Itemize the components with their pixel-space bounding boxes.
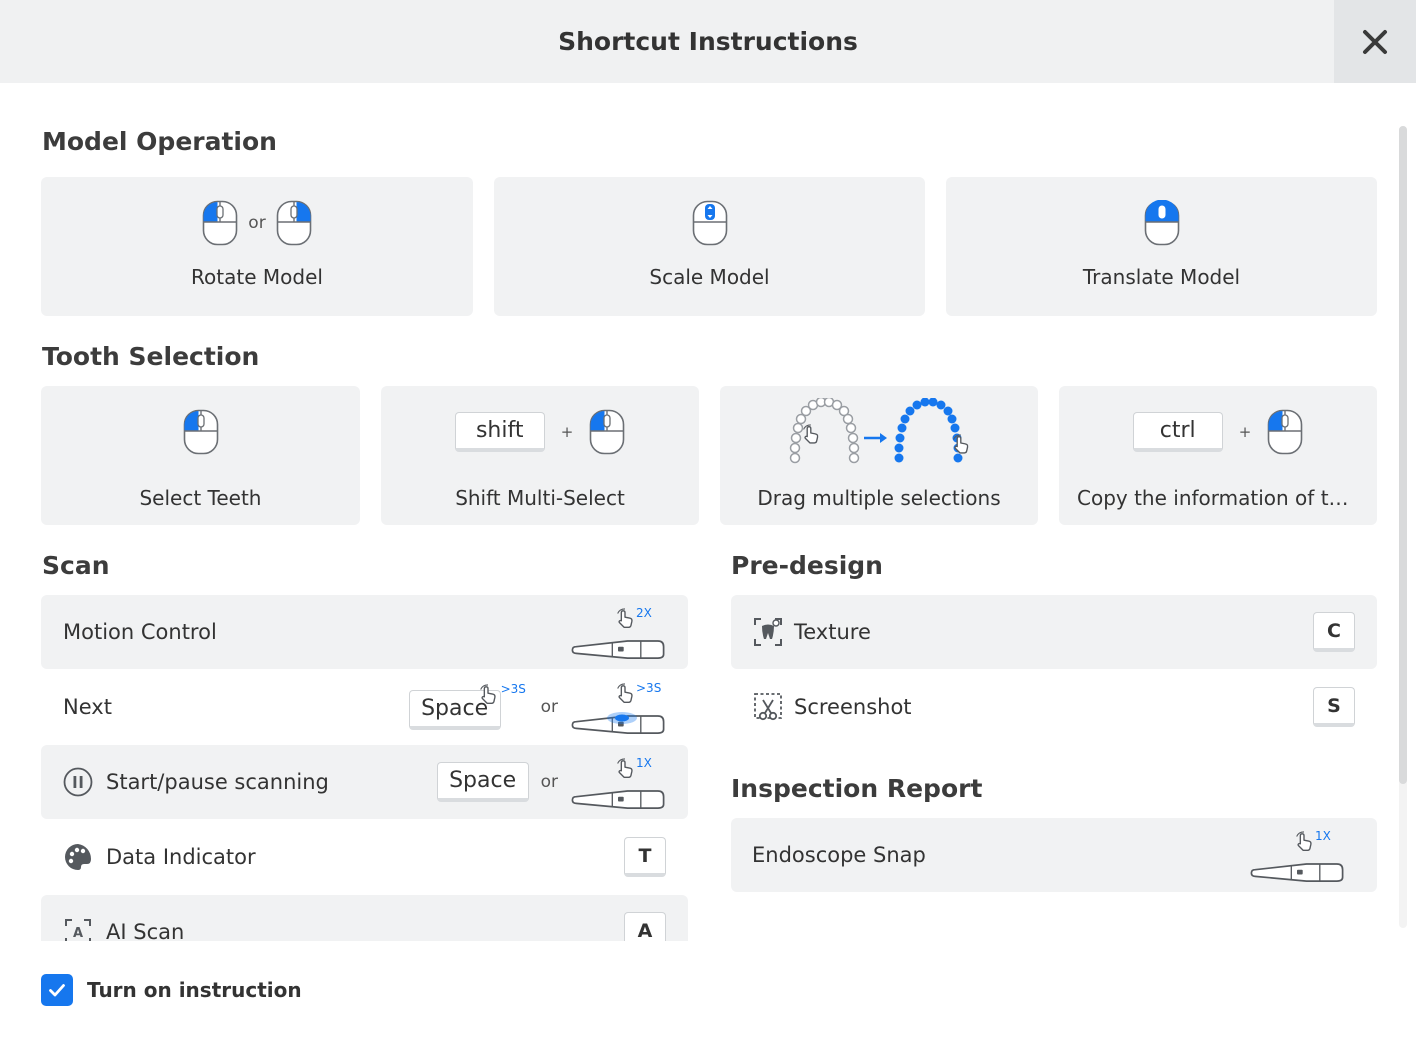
card-select-teeth: Select Teeth — [41, 386, 360, 525]
mouse-middle-icon — [1144, 200, 1180, 246]
mouse-left-icon — [183, 409, 219, 455]
tap-count-badge: 2X — [636, 606, 652, 620]
shift-key: shift — [454, 412, 545, 452]
section-title-inspection-report: Inspection Report — [731, 774, 983, 803]
scanner-tap-icon: 1X — [1249, 827, 1345, 883]
card-translate-model: Translate Model — [946, 177, 1377, 316]
row-label: Endoscope Snap — [752, 843, 926, 867]
section-title-pre-design: Pre-design — [731, 551, 883, 580]
texture-icon — [754, 618, 782, 646]
drag-teeth-icon — [789, 398, 969, 464]
row-label: Texture — [794, 620, 871, 644]
card-copy-information: ctrl + Copy the information of th... — [1059, 386, 1377, 525]
ai-scan-icon: A — [65, 919, 91, 941]
row-label: Motion Control — [63, 620, 217, 644]
card-scale-model: Scale Model — [494, 177, 925, 316]
c-key: C — [1313, 612, 1355, 652]
ctrl-key: ctrl — [1132, 412, 1223, 452]
instruction-checkbox[interactable] — [41, 974, 73, 1006]
card-drag-multiple-selections: Drag multiple selections — [720, 386, 1038, 525]
row-screenshot: Screenshot S — [731, 670, 1377, 744]
scanner-hold-icon: >3S — [570, 679, 666, 735]
close-icon — [1363, 29, 1387, 54]
section-title-scan: Scan — [42, 551, 110, 580]
card-shift-multi-select: shift + Shift Multi-Select — [381, 386, 699, 525]
screenshot-icon — [754, 693, 782, 721]
dialog-title: Shortcut Instructions — [558, 27, 858, 56]
card-label: Shift Multi-Select — [455, 486, 625, 510]
pause-circle-icon — [63, 767, 93, 797]
scanner-tap-icon: 1X — [570, 754, 666, 810]
mouse-right-icon — [276, 200, 312, 246]
card-label: Translate Model — [1082, 265, 1241, 289]
t-key: T — [624, 837, 666, 877]
svg-text:A: A — [73, 926, 83, 941]
plus-text: + — [1238, 423, 1252, 441]
mouse-scroll-icon — [692, 200, 728, 246]
row-label: Screenshot — [794, 695, 912, 719]
row-endoscope-snap: Endoscope Snap 1X — [731, 818, 1377, 892]
row-label: Start/pause scanning — [106, 770, 329, 794]
tap-count-badge: 1X — [1315, 829, 1331, 843]
palette-icon — [65, 844, 92, 870]
or-text: or — [540, 697, 558, 717]
space-key: Space — [436, 762, 529, 802]
shortcut-list[interactable]: Model Operation or Rotate Model Scale Mo… — [0, 83, 1416, 941]
scanner-tap-icon: 2X — [570, 604, 666, 660]
scrollbar-track[interactable] — [1399, 126, 1407, 928]
row-start-pause-scanning: Start/pause scanning Space or 1X — [41, 745, 688, 819]
row-motion-control: Motion Control 2X — [41, 595, 688, 669]
card-label: Scale Model — [649, 265, 770, 289]
card-label: Rotate Model — [191, 265, 323, 289]
s-key: S — [1313, 687, 1355, 727]
section-title-tooth-selection: Tooth Selection — [42, 342, 260, 371]
card-rotate-model: or Rotate Model — [41, 177, 473, 316]
mouse-left-icon — [589, 409, 625, 455]
or-text: or — [540, 772, 558, 792]
plus-text: + — [560, 423, 574, 441]
hold-hand-icon — [477, 684, 499, 706]
card-label: Select Teeth — [139, 486, 262, 510]
row-label: Next — [63, 695, 112, 719]
mouse-left-icon — [1267, 409, 1303, 455]
a-key: A — [624, 912, 666, 941]
tap-count-badge: 1X — [636, 756, 652, 770]
or-text: or — [248, 213, 266, 233]
row-next: Next Space >3S or >3S — [41, 670, 688, 744]
card-label: Copy the information of th... — [1077, 486, 1361, 510]
close-button[interactable] — [1334, 0, 1416, 83]
row-ai-scan: A AI Scan A — [41, 895, 688, 941]
row-texture: Texture C — [731, 595, 1377, 669]
row-label: AI Scan — [106, 920, 185, 941]
row-label: Data Indicator — [106, 845, 256, 869]
card-label: Drag multiple selections — [757, 486, 1001, 510]
row-data-indicator: Data Indicator T — [41, 820, 688, 894]
mouse-left-icon — [202, 200, 238, 246]
hold-duration-badge: >3S — [636, 681, 662, 695]
section-title-model-operation: Model Operation — [42, 127, 277, 156]
scrollbar-thumb[interactable] — [1399, 126, 1407, 784]
instruction-checkbox-label[interactable]: Turn on instruction — [87, 974, 302, 1006]
hold-duration-badge: >3S — [500, 682, 526, 696]
checkmark-icon — [49, 984, 65, 997]
